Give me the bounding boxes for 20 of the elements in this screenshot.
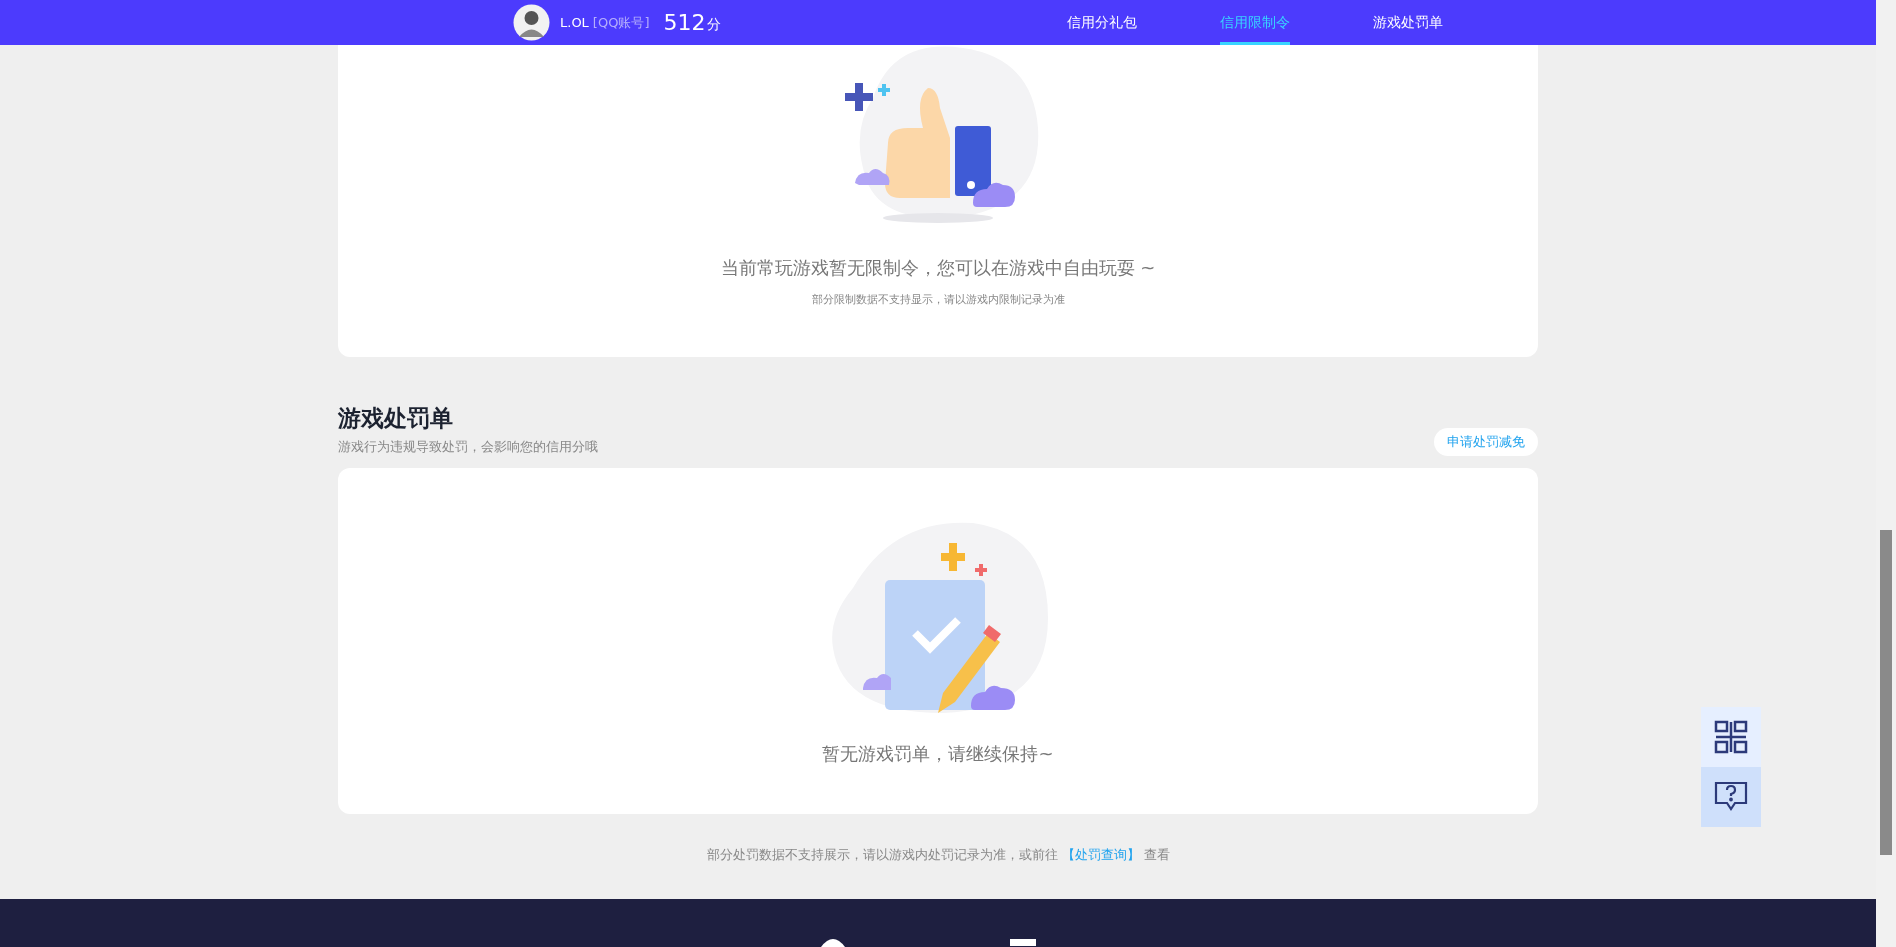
penalty-query-link[interactable]: 【处罚查询】 — [1061, 847, 1140, 862]
qr-code-button[interactable] — [1701, 707, 1761, 767]
nav-tab[interactable]: 信用分礼包 — [1067, 0, 1137, 45]
empty-message: 当前常玩游戏暂无限制令，您可以在游戏中自由玩耍 ~ — [720, 256, 1156, 280]
help-button[interactable] — [1701, 767, 1761, 827]
help-chat-icon — [1714, 781, 1748, 813]
section-subtitle: 游戏行为违规导致处罚，会影响您的信用分哦 — [338, 438, 598, 456]
square-icon — [1009, 939, 1036, 946]
qr-code-icon — [1714, 720, 1748, 754]
username: L.OL — [560, 15, 589, 30]
credit-score: 512 — [663, 10, 706, 35]
avatar-icon — [513, 4, 550, 41]
account-tag: [QQ账号] — [592, 13, 650, 32]
section-title: 游戏处罚单 — [338, 404, 454, 433]
nav-tab[interactable]: 游戏处罚单 — [1373, 0, 1443, 45]
score-unit: 分 — [707, 15, 722, 34]
data-note: 部分限制数据不支持显示，请以游戏内限制记录为准 — [811, 292, 1065, 307]
penalty-data-note: 部分处罚数据不支持展示，请以游戏内处罚记录为准，或前往 【处罚查询】 查看 — [705, 846, 1171, 864]
empty-message: 暂无游戏罚单，请继续保持~ — [822, 742, 1054, 766]
apply-reduction-button[interactable]: 申请处罚减免 — [1434, 428, 1538, 456]
